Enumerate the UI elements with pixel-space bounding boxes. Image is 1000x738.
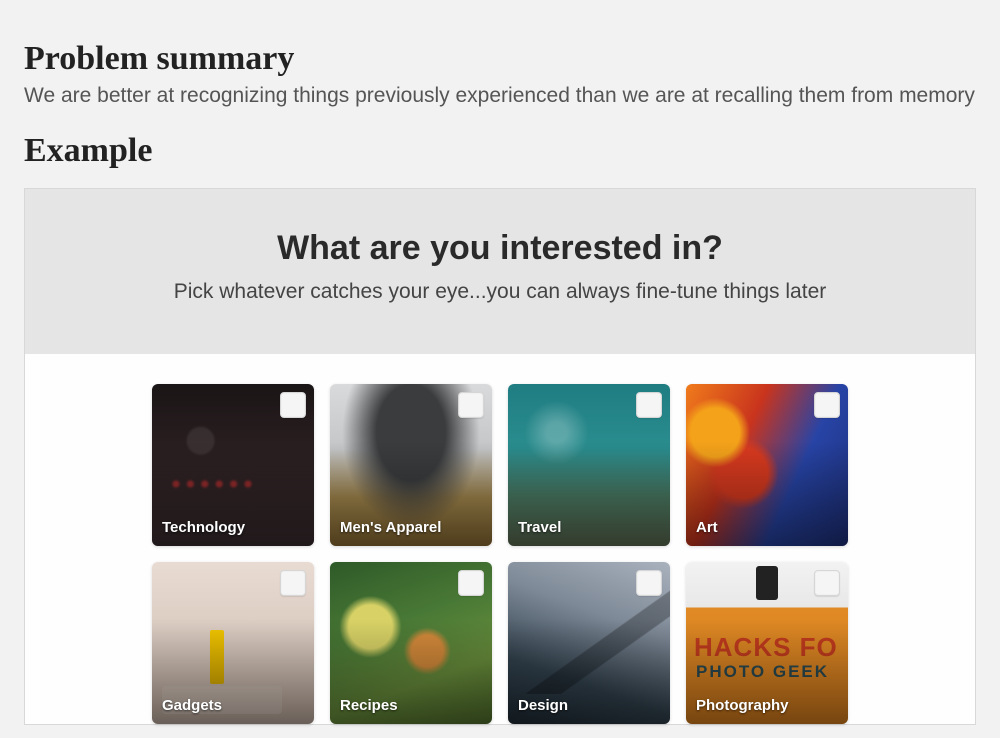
card-label: Travel [518, 519, 561, 536]
prompt-subtitle: Pick whatever catches your eye...you can… [55, 280, 945, 304]
prompt-header: What are you interested in? Pick whateve… [25, 189, 975, 354]
interest-card[interactable]: Men's Apparel [330, 384, 492, 546]
problem-summary-heading: Problem summary [24, 40, 976, 78]
example-container: What are you interested in? Pick whateve… [24, 188, 976, 725]
interest-card[interactable]: Travel [508, 384, 670, 546]
card-label: Art [696, 519, 718, 536]
card-label: Men's Apparel [340, 519, 441, 536]
card-label: Recipes [340, 697, 398, 714]
card-checkbox[interactable] [458, 570, 484, 596]
card-checkbox[interactable] [814, 570, 840, 596]
card-label: Design [518, 697, 568, 714]
card-checkbox[interactable] [636, 570, 662, 596]
interest-card[interactable]: Technology [152, 384, 314, 546]
card-checkbox[interactable] [280, 392, 306, 418]
card-checkbox[interactable] [814, 392, 840, 418]
card-label: Gadgets [162, 697, 222, 714]
example-heading: Example [24, 132, 976, 170]
interest-card[interactable]: HACKS FOPHOTO GEEKPhotography [686, 562, 848, 724]
interest-card[interactable]: Art [686, 384, 848, 546]
card-checkbox[interactable] [280, 570, 306, 596]
interest-grid: Technology Men's Apparel Travel Art Gadgets R… [152, 384, 848, 724]
card-checkbox[interactable] [636, 392, 662, 418]
interest-card[interactable]: Design [508, 562, 670, 724]
card-checkbox[interactable] [458, 392, 484, 418]
interest-card[interactable]: Recipes [330, 562, 492, 724]
interest-card[interactable]: Gadgets [152, 562, 314, 724]
card-label: Photography [696, 697, 789, 714]
card-label: Technology [162, 519, 245, 536]
cards-area: Technology Men's Apparel Travel Art Gadgets R… [25, 354, 975, 724]
prompt-title: What are you interested in? [55, 229, 945, 268]
problem-summary-text: We are better at recognizing things prev… [24, 84, 976, 108]
